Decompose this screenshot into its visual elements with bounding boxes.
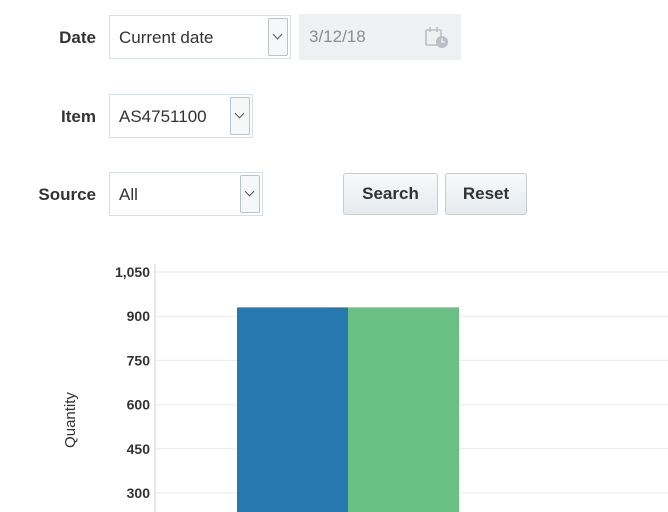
date-select-value: Current date <box>119 28 214 47</box>
source-select[interactable]: All <box>109 172 263 216</box>
source-select-value: All <box>119 185 138 204</box>
item-select[interactable]: AS4751100 <box>109 94 253 138</box>
reset-button[interactable]: Reset <box>445 173 527 215</box>
calendar-icon <box>425 27 448 48</box>
y-tick-label: 450 <box>127 441 151 457</box>
y-tick-label: 1,050 <box>115 264 150 280</box>
y-tick-label: 600 <box>127 397 151 413</box>
chevron-down-icon[interactable] <box>240 175 260 213</box>
chevron-down-icon[interactable] <box>230 97 250 135</box>
y-tick-label: 300 <box>127 485 151 501</box>
y-tick-label: 900 <box>127 308 151 324</box>
quantity-chart: Quantity 1,050 900 750 600 450 300 <box>62 264 668 512</box>
source-label: Source <box>38 185 96 204</box>
date-label: Date <box>59 28 96 47</box>
y-tick-label: 750 <box>127 352 151 368</box>
item-label: Item <box>61 107 96 126</box>
date-input: 3/12/18 <box>299 14 461 60</box>
y-axis-title: Quantity <box>62 392 79 448</box>
bar-series-2[interactable] <box>348 307 459 512</box>
search-button[interactable]: Search <box>343 173 438 215</box>
bar-series-1[interactable] <box>237 307 348 512</box>
date-select[interactable]: Current date <box>109 15 291 59</box>
date-input-value: 3/12/18 <box>309 27 366 46</box>
chevron-down-icon[interactable] <box>268 18 288 56</box>
item-select-value: AS4751100 <box>119 107 207 126</box>
